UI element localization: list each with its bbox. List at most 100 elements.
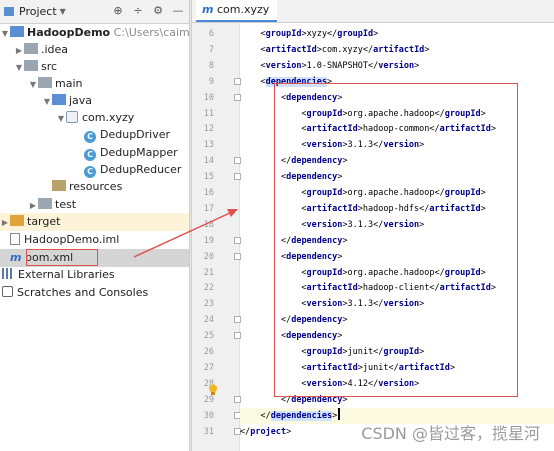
- xml-close-tag: project: [250, 426, 287, 437]
- line-number: 31: [203, 426, 214, 437]
- xml-close-tag: artifactId: [373, 44, 425, 55]
- xml-text: com.xyzy: [321, 44, 363, 55]
- bracket: </: [429, 283, 440, 294]
- code-area[interactable]: <groupId>xyzy</groupId> <artifactId>com.…: [240, 23, 554, 451]
- code-line[interactable]: <artifactId>hadoop-hdfs</artifactId>: [240, 201, 554, 217]
- bracket: </: [373, 347, 384, 357]
- line-number: 30: [203, 410, 214, 421]
- chevron-down-icon: ▼: [59, 7, 66, 16]
- code-line[interactable]: </dependency>: [240, 153, 554, 169]
- xml-open-tag: dependency: [286, 172, 338, 183]
- line-number: 13: [203, 140, 214, 151]
- code-line[interactable]: <dependency>: [240, 90, 554, 106]
- bracket: </: [240, 426, 251, 437]
- target-icon[interactable]: ⊕: [111, 4, 125, 18]
- xml-open-tag: dependencies: [265, 76, 328, 87]
- code-line[interactable]: <artifactId>junit</artifactId>: [240, 360, 554, 376]
- bracket: >: [414, 378, 420, 389]
- xml-text: hadoop-hdfs: [362, 203, 420, 214]
- xml-open-tag: artifactId: [306, 283, 358, 294]
- xml-close-tag: version: [383, 219, 420, 230]
- code-line[interactable]: <version>1.0-SNAPSHOT</version>: [240, 58, 554, 74]
- code-line[interactable]: <artifactId>hadoop-common</artifactId>: [240, 121, 554, 137]
- lightbulb-icon[interactable]: [208, 384, 218, 396]
- tree-item-main[interactable]: ▼ main: [0, 75, 217, 93]
- line-number: 20: [203, 251, 214, 262]
- bracket: >: [337, 251, 343, 262]
- text-caret: [338, 407, 341, 420]
- code-line[interactable]: </dependency>: [240, 392, 554, 408]
- folder-icon: [10, 215, 24, 226]
- code-line[interactable]: </dependency>: [240, 233, 554, 249]
- bracket: >: [480, 203, 486, 214]
- collapse-all-icon[interactable]: ÷: [131, 4, 145, 18]
- xml-text: 1.0-SNAPSHOT: [306, 60, 368, 71]
- tree-item-src[interactable]: ▼ src: [0, 58, 203, 76]
- tab-pom-xml[interactable]: m com.xyzy: [196, 0, 278, 22]
- bracket: >: [480, 108, 486, 119]
- xml-close-tag: dependency: [291, 235, 343, 246]
- code-line[interactable]: </dependency>: [240, 312, 554, 328]
- code-line[interactable]: <version>3.1.3</version>: [240, 137, 554, 153]
- bracket: >: [419, 299, 425, 310]
- code-line[interactable]: <groupId>org.apache.hadoop</groupId>: [240, 265, 554, 281]
- tree-item-external-libraries[interactable]: External Libraries: [0, 266, 191, 284]
- tree-item-hadoopdemo[interactable]: ▼ HadoopDemo C:\Users\caimin\Ide: [0, 24, 221, 42]
- bracket: >: [480, 188, 486, 198]
- code-line[interactable]: <artifactId>hadoop-client</artifactId>: [240, 280, 554, 296]
- tree-label: DedupReducer: [100, 163, 182, 176]
- bracket: >: [337, 331, 343, 342]
- code-line[interactable]: <dependency>: [240, 328, 554, 344]
- bracket: >: [337, 172, 343, 183]
- xml-text: junit: [362, 362, 389, 373]
- line-number: 16: [203, 188, 214, 198]
- xml-close-tag: dependency: [291, 156, 343, 167]
- code-line[interactable]: <dependency>: [240, 169, 554, 185]
- project-icon: [4, 7, 14, 16]
- line-number: 10: [203, 92, 214, 103]
- tree-item-test[interactable]: ▶ test: [0, 196, 217, 214]
- tree-item-scratches[interactable]: Scratches and Consoles: [0, 284, 191, 302]
- bracket: </: [434, 188, 445, 198]
- xml-open-tag: dependency: [286, 331, 338, 342]
- code-line[interactable]: <groupId>xyzy</groupId>: [240, 26, 554, 42]
- xml-open-tag: version: [306, 140, 343, 151]
- xml-text: hadoop-common: [362, 124, 430, 135]
- tree-label: main: [55, 77, 83, 90]
- xml-close-tag: dependency: [291, 394, 343, 405]
- line-number: 8: [208, 60, 214, 71]
- tree-label: com.xyzy: [82, 111, 135, 124]
- xml-close-tag: groupId: [383, 347, 420, 357]
- watermark: CSDN @皆过客，揽星河: [361, 424, 540, 443]
- code-line[interactable]: <artifactId>com.xyzy</artifactId>: [240, 42, 554, 58]
- xml-open-tag: artifactId: [306, 362, 358, 373]
- chevron-right-icon[interactable]: ▶: [0, 214, 10, 232]
- bracket: </: [280, 394, 292, 405]
- xml-open-tag: groupId: [306, 347, 343, 357]
- code-line[interactable]: <version>4.12</version>: [240, 376, 554, 392]
- code-line[interactable]: <groupId>org.apache.hadoop</groupId>: [240, 185, 554, 201]
- code-line[interactable]: <dependencies>: [240, 74, 554, 90]
- xml-open-tag: artifactId: [306, 203, 358, 214]
- line-number: 7: [208, 44, 214, 55]
- code-line[interactable]: <dependency>: [240, 249, 554, 265]
- hide-icon[interactable]: —: [171, 4, 185, 18]
- line-number: 9: [208, 76, 214, 87]
- tree-item-idea[interactable]: ▶ .idea: [0, 41, 203, 59]
- settings-icon[interactable]: ⚙: [151, 4, 165, 18]
- bracket: >: [327, 76, 333, 87]
- code-line[interactable]: <groupId>org.apache.hadoop</groupId>: [240, 106, 554, 122]
- code-line[interactable]: <groupId>junit</groupId>: [240, 344, 554, 360]
- tree-item-target[interactable]: ▶ target: [0, 213, 189, 231]
- project-view-selector[interactable]: Project ▼: [4, 5, 66, 18]
- class-icon: C: [84, 131, 96, 143]
- bracket: </: [327, 29, 338, 39]
- code-line[interactable]: <version>3.1.3</version>: [240, 296, 554, 312]
- code-line[interactable]: <version>3.1.3</version>: [240, 217, 554, 233]
- tree-item-iml[interactable]: HadoopDemo.iml: [0, 231, 199, 249]
